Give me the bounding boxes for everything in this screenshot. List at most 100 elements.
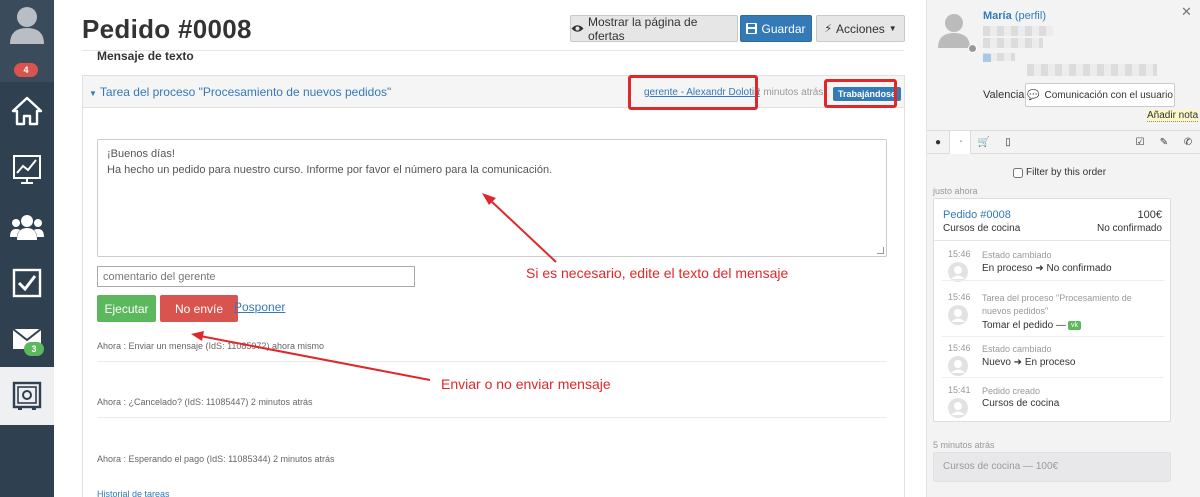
order-number-link[interactable]: Pedido #0008	[943, 209, 1011, 221]
save-button[interactable]: Guardar	[740, 15, 812, 42]
customer-name: María (perfil)	[983, 10, 1046, 22]
task-title-text: Tarea del proceso "Procesamiento de nuev…	[99, 85, 392, 99]
user-avatar-icon	[948, 398, 968, 418]
nav-tasks[interactable]	[0, 254, 54, 312]
user-avatar-icon	[948, 305, 968, 325]
event-time: 15:46	[948, 292, 971, 302]
filter-label: Filter by this order	[1026, 167, 1107, 178]
chat-icon: 💬	[1027, 89, 1040, 101]
history-divider	[97, 361, 887, 362]
close-icon[interactable]: ✕	[1181, 4, 1192, 20]
customer-sidebar: María (perfil) ✕ Valencia 💬 Comunicación…	[926, 0, 1200, 497]
cart-icon: 🛒	[977, 137, 991, 148]
page-title: Pedido #0008	[82, 14, 252, 44]
safe-icon	[12, 381, 42, 410]
history-icon: ◔	[956, 137, 964, 148]
caret-down-icon: ▼	[888, 24, 897, 33]
event-title: Estado cambiado	[982, 344, 1052, 354]
filter-by-order[interactable]: Filter by this order	[1013, 167, 1106, 178]
event-time: 15:46	[948, 343, 971, 353]
event-body-text: Tomar el pedido —	[982, 320, 1066, 331]
event-title: Pedido creado	[982, 386, 1041, 396]
previous-order-card[interactable]: Cursos de cocina — 100€	[933, 452, 1171, 482]
tab-edit[interactable]: ✎	[1153, 131, 1175, 154]
save-label: Guardar	[761, 21, 806, 36]
show-offers-button[interactable]: Mostrar la página de ofertas	[570, 14, 738, 43]
header-divider	[82, 50, 904, 51]
filter-checkbox[interactable]	[1013, 167, 1023, 178]
event-title: Tarea del proceso "Procesamiento de nuev…	[982, 293, 1132, 316]
user-avatar-icon	[948, 356, 968, 376]
timeline-time-label: 5 minutos atrás	[933, 440, 995, 450]
notifications-badge[interactable]: 4	[14, 63, 38, 77]
order-status: No confirmado	[1096, 223, 1162, 234]
redacted-info	[983, 54, 991, 62]
nav-messages[interactable]	[0, 310, 54, 368]
main-content: Pedido #0008 Mostrar la página de oferta…	[54, 0, 926, 497]
tab-history[interactable]: ◔	[949, 131, 971, 154]
actions-dropdown[interactable]: ⚡ Acciones ▼	[816, 15, 905, 42]
customer-avatar	[935, 10, 973, 48]
sidebar-tabs: ● ◔ 🛒 ▯ ☑ ✎ ✆	[927, 130, 1200, 154]
tab-call[interactable]: ✆	[1177, 131, 1199, 154]
timeline-time-label: justo ahora	[933, 186, 978, 196]
tab-tasks[interactable]: ☑	[1129, 131, 1151, 154]
person-icon: ●	[934, 137, 942, 148]
chart-icon	[13, 155, 41, 184]
event-divider	[942, 377, 1164, 378]
tab-devices[interactable]: ▯	[997, 131, 1019, 154]
order-card[interactable]: Pedido #0008 100€ Cursos de cocina No co…	[933, 198, 1171, 422]
postpone-link[interactable]: Posponer	[234, 300, 285, 314]
annotation-edit-text: Si es necesario, edite el texto del mens…	[526, 265, 789, 281]
event-title: Estado cambiado	[982, 250, 1052, 260]
history-item: Ahora : Esperando el pago (IdS: 11085344…	[97, 454, 335, 464]
profile-link[interactable]: (perfil)	[1015, 10, 1046, 22]
online-status-dot	[968, 44, 977, 53]
dont-send-button[interactable]: No envíe	[160, 295, 238, 322]
show-offers-label: Mostrar la página de ofertas	[587, 14, 698, 43]
communicate-button[interactable]: 💬 Comunicación con el usuario	[1025, 83, 1175, 107]
pencil-icon: ✎	[1159, 137, 1169, 148]
message-label: Mensaje de texto	[97, 49, 194, 63]
resize-handle[interactable]	[877, 247, 884, 254]
event-body: Cursos de cocina	[982, 398, 1060, 409]
home-icon	[11, 96, 43, 126]
nav-customers[interactable]	[0, 198, 54, 256]
nav-analytics[interactable]	[0, 140, 54, 198]
left-nav: 4 3	[0, 0, 54, 497]
history-divider	[97, 417, 887, 418]
event-body: Nuevo ➜ En proceso	[982, 357, 1076, 368]
mobile-icon: ▯	[1005, 137, 1011, 148]
manager-comment-input[interactable]	[97, 266, 415, 287]
event-divider	[942, 280, 1164, 281]
event-time: 15:46	[948, 249, 971, 259]
user-avatar-icon[interactable]	[8, 4, 46, 44]
task-history-link[interactable]: Historial de tareas	[97, 489, 170, 497]
messages-badge[interactable]: 3	[24, 342, 44, 356]
checkbox-icon: ☑	[1135, 137, 1145, 148]
nav-safe[interactable]	[0, 367, 54, 425]
message-textarea[interactable]: ¡Buenos días! Ha hecho un pedido para nu…	[97, 139, 887, 257]
caret-down-icon: ▼	[89, 89, 97, 98]
actions-label: Acciones	[836, 21, 885, 36]
order-card-header: Pedido #0008 100€ Cursos de cocina No co…	[934, 199, 1170, 241]
communicate-label: Comunicación con el usuario	[1044, 89, 1173, 101]
eye-icon	[571, 25, 584, 32]
add-note-link[interactable]: Añadir nota	[1147, 110, 1199, 122]
customer-name-text: María	[983, 10, 1012, 22]
execute-button[interactable]: Ejecutar	[97, 295, 156, 322]
history-item: Ahora : ¿Cancelado? (IdS: 11085447) 2 mi…	[97, 397, 313, 407]
redacted-info	[983, 26, 1053, 36]
status-highlight	[824, 79, 897, 108]
task-panel-header: ▼ Tarea del proceso "Procesamiento de nue…	[83, 76, 904, 108]
event-body: En proceso ➜ No confirmado	[982, 263, 1112, 274]
customer-city: Valencia	[983, 89, 1025, 101]
message-line: ¡Buenos días!	[107, 148, 175, 160]
task-title[interactable]: ▼ Tarea del proceso "Procesamiento de nue…	[89, 85, 391, 99]
nav-home[interactable]	[0, 82, 54, 140]
tab-profile[interactable]: ●	[927, 131, 949, 154]
tab-orders[interactable]: 🛒	[973, 131, 995, 154]
order-price: 100€	[1137, 209, 1162, 221]
redacted-info	[1027, 64, 1157, 76]
checkbox-icon	[12, 268, 42, 298]
